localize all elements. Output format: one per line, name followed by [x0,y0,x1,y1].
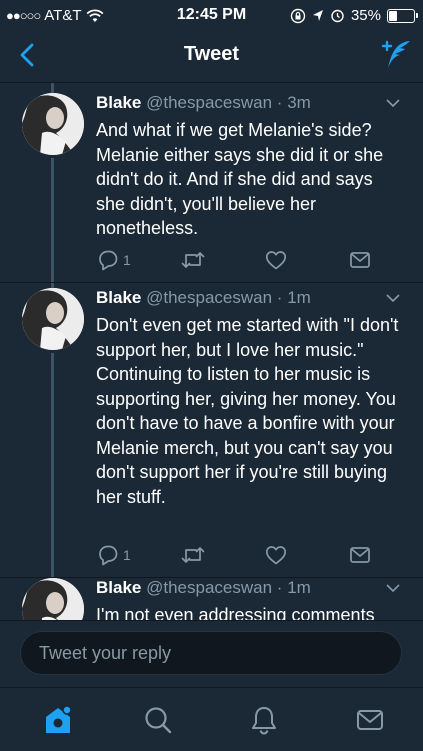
timestamp: 3m [287,93,311,112]
timestamp: 1m [287,578,311,597]
separator: · [276,578,283,597]
timestamp: 1m [287,288,311,307]
tweet-item[interactable]: Blake @thespaceswan · 1m Don't even get … [0,288,423,578]
battery-fill [389,10,397,21]
display-name[interactable]: Blake [96,93,141,112]
profile-photo-icon [22,578,84,620]
tweet-thread[interactable]: Blake @thespaceswan · 3m And what if we … [0,83,423,620]
search-icon[interactable] [140,702,176,738]
tweet-text: Don't even get me started with "I don't … [96,315,399,507]
avatar[interactable] [22,288,84,350]
tweet-header: Blake @thespaceswan · 1m [96,288,311,308]
avatar[interactable] [22,93,84,155]
battery-percent: 35% [350,7,381,24]
alarm-icon [331,9,344,23]
tweet-actions: 1 [96,543,396,567]
chevron-down-icon[interactable] [385,582,401,594]
tab-bar [0,687,423,751]
tweet-actions: 1 [96,248,396,272]
user-handle[interactable]: @thespaceswan [146,578,272,597]
tweet-text: I'm not even addressing comments [96,605,375,620]
bell-icon[interactable] [246,702,282,738]
page-title: Tweet [183,43,240,65]
navigation-bar: Tweet [0,30,423,83]
like-button[interactable] [264,248,288,272]
rotation-lock-icon [290,8,306,23]
compose-tweet-icon[interactable] [377,38,411,72]
location-icon [312,9,323,21]
avatar[interactable] [22,578,84,620]
reply-placeholder: Tweet your reply [39,642,172,663]
retweet-button[interactable] [180,248,206,272]
separator: · [276,93,283,112]
tweet-text: And what if we get Melanie's side? Melan… [96,120,384,238]
divider [0,282,423,283]
status-bar: ●●○○○ AT&T 12:45 PM 35% [0,0,423,30]
reply-icon [99,545,118,566]
heart-icon [265,251,287,270]
reply-input[interactable]: Tweet your reply [20,631,402,675]
envelope-icon [350,252,370,268]
reply-button[interactable]: 1 [96,543,131,567]
reply-button[interactable]: 1 [96,248,131,272]
reply-count: 1 [123,252,131,268]
profile-photo-icon [22,93,84,155]
tweet-item[interactable]: Blake @thespaceswan · 3m And what if we … [0,93,423,283]
dm-button[interactable] [348,248,372,272]
battery-icon [387,8,418,23]
tweet-header: Blake @thespaceswan · 3m [96,93,311,113]
profile-photo-icon [22,288,84,350]
envelope-icon[interactable] [352,702,388,738]
retweet-icon [181,252,205,268]
separator: · [276,288,283,307]
home-icon[interactable] [40,702,76,738]
reply-icon [99,250,118,271]
tweet-item[interactable]: Blake @thespaceswan · 1m I'm not even ad… [0,578,423,620]
user-handle[interactable]: @thespaceswan [146,93,272,112]
heart-icon [265,546,287,565]
reply-bar: Tweet your reply [0,620,423,687]
retweet-icon [181,547,205,563]
status-right: 35% [290,7,418,24]
retweet-button[interactable] [180,543,206,567]
reply-count: 1 [123,547,131,563]
chevron-down-icon[interactable] [385,292,401,304]
thread-connector [51,83,54,93]
chevron-down-icon[interactable] [385,97,401,109]
tweet-header: Blake @thespaceswan · 1m [96,578,311,598]
display-name[interactable]: Blake [96,578,141,597]
envelope-icon [350,547,370,563]
user-handle[interactable]: @thespaceswan [146,288,272,307]
display-name[interactable]: Blake [96,288,141,307]
dm-button[interactable] [348,543,372,567]
like-button[interactable] [264,543,288,567]
